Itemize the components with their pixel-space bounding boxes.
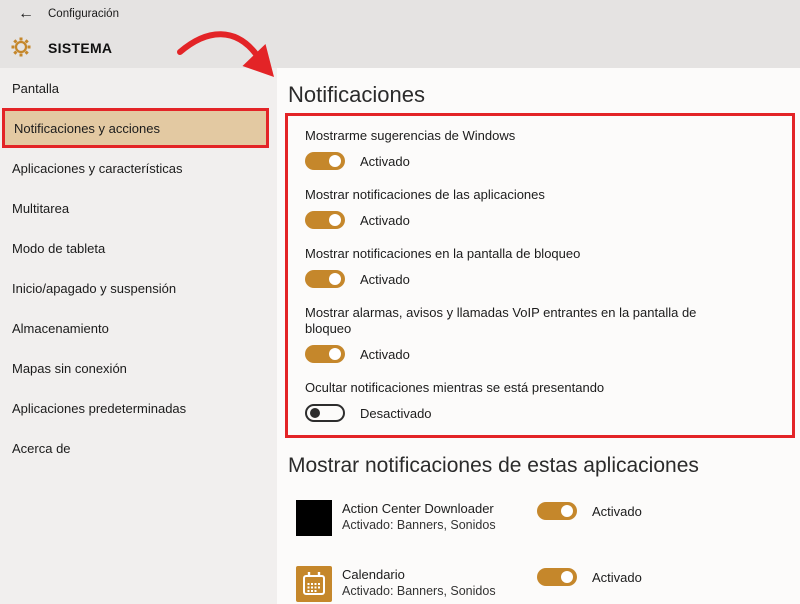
sidebar-item-pantalla[interactable]: Pantalla: [0, 68, 277, 108]
windows-tips-toggle[interactable]: [305, 152, 345, 170]
sidebar-item-mapas-sin-conexion[interactable]: Mapas sin conexión: [0, 348, 277, 388]
app-detail: Activado: Banners, Sonidos: [342, 518, 496, 532]
toggle-state-label: Activado: [592, 569, 642, 585]
sidebar-item-modo-de-tableta[interactable]: Modo de tableta: [0, 228, 277, 268]
setting-label: Mostrarme sugerencias de Windows: [305, 128, 516, 143]
notifications-heading: Notificaciones: [288, 82, 425, 107]
sidebar: Pantalla Notificaciones y acciones Aplic…: [0, 68, 277, 604]
red-box-annotation: Mostrarme sugerencias de Windows Activad…: [285, 113, 795, 438]
toggle-knob: [329, 214, 341, 226]
app-detail: Activado: Banners, Sonidos: [342, 584, 496, 598]
setting-alarms-voip: Mostrar alarmas, avisos y llamadas VoIP …: [305, 305, 792, 363]
toggle-state-label: Activado: [360, 271, 410, 287]
setting-label: Mostrar notificaciones de las aplicacion…: [305, 187, 545, 202]
calendario-icon: [296, 566, 332, 602]
setting-lockscreen-notifications: Mostrar notificaciones en la pantalla de…: [305, 246, 792, 288]
apps-notifications-heading: Mostrar notificaciones de estas aplicaci…: [288, 454, 699, 477]
sidebar-item-almacenamiento[interactable]: Almacenamiento: [0, 308, 277, 348]
app-title: Configuración: [48, 8, 119, 20]
app-row-action-center-downloader: Action Center Downloader Activado: Banne…: [296, 500, 800, 536]
page-title: SISTEMA: [48, 40, 113, 56]
app-name: Calendario: [342, 567, 405, 582]
toggle-knob: [329, 155, 341, 167]
action-center-downloader-icon: [296, 500, 332, 536]
alarms-voip-toggle[interactable]: [305, 345, 345, 363]
settings-window: ← Configuración SISTEMA Pantalla Notific…: [0, 0, 800, 604]
toggle-knob: [561, 571, 573, 583]
toggle-state-label: Activado: [592, 503, 642, 519]
toggle-knob: [329, 273, 341, 285]
app-notifications-toggle[interactable]: [305, 211, 345, 229]
sidebar-item-multitarea[interactable]: Multitarea: [0, 188, 277, 228]
action-center-downloader-toggle[interactable]: [537, 502, 577, 520]
toggle-state-label: Activado: [360, 346, 410, 362]
calendario-toggle[interactable]: [537, 568, 577, 586]
toggle-knob: [561, 505, 573, 517]
setting-app-notifications: Mostrar notificaciones de las aplicacion…: [305, 187, 792, 229]
main-content: Notificaciones Mostrarme sugerencias de …: [277, 68, 800, 604]
setting-label: Ocultar notificaciones mientras se está …: [305, 380, 605, 395]
setting-windows-tips: Mostrarme sugerencias de Windows Activad…: [305, 128, 792, 170]
hide-while-presenting-toggle[interactable]: [305, 404, 345, 422]
app-name: Action Center Downloader: [342, 501, 494, 516]
setting-label: Mostrar notificaciones en la pantalla de…: [305, 246, 581, 261]
sidebar-item-notificaciones-y-acciones[interactable]: Notificaciones y acciones: [2, 108, 269, 148]
titlebar: ← Configuración SISTEMA: [0, 0, 800, 68]
toggle-knob: [329, 348, 341, 360]
sidebar-item-inicio-apagado-suspension[interactable]: Inicio/apagado y suspensión: [0, 268, 277, 308]
setting-label: Mostrar alarmas, avisos y llamadas VoIP …: [305, 305, 697, 336]
back-icon[interactable]: ←: [18, 5, 34, 23]
gear-icon: [11, 37, 31, 57]
setting-hide-while-presenting: Ocultar notificaciones mientras se está …: [305, 380, 792, 422]
sidebar-item-acerca-de[interactable]: Acerca de: [0, 428, 277, 468]
lockscreen-notifications-toggle[interactable]: [305, 270, 345, 288]
sidebar-item-aplicaciones-y-caracteristicas[interactable]: Aplicaciones y características: [0, 148, 277, 188]
sidebar-item-aplicaciones-predeterminadas[interactable]: Aplicaciones predeterminadas: [0, 388, 277, 428]
toggle-state-label: Desactivado: [360, 405, 432, 421]
app-row-calendario: Calendario Activado: Banners, Sonidos Ac…: [296, 566, 800, 602]
toggle-knob: [310, 408, 320, 418]
toggle-state-label: Activado: [360, 212, 410, 228]
toggle-state-label: Activado: [360, 153, 410, 169]
